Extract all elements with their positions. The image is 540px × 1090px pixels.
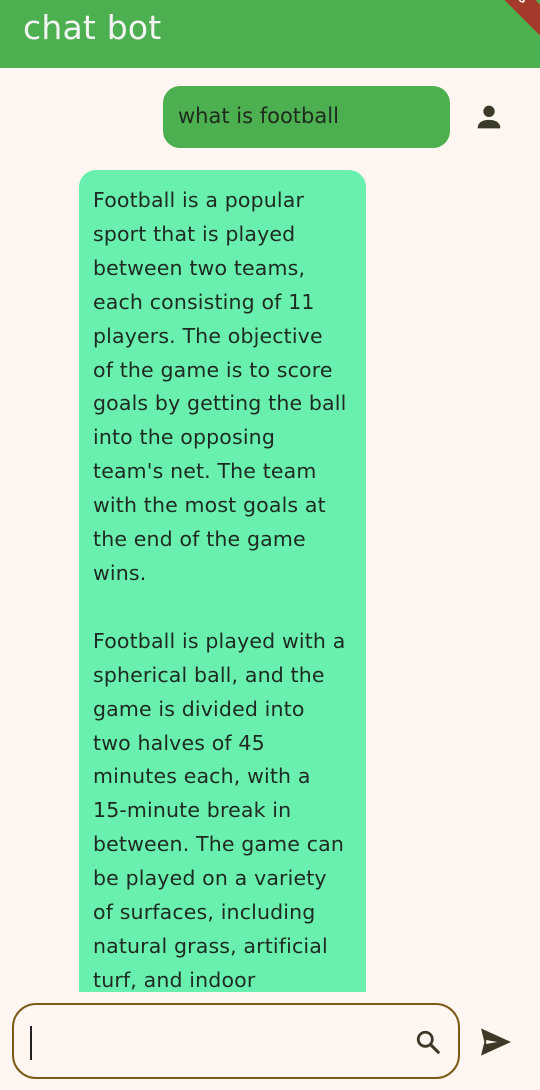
- message-input-container: [12, 1003, 460, 1079]
- person-icon: [477, 105, 501, 129]
- app-title: chat bot: [23, 8, 162, 47]
- text-caret: [30, 1026, 32, 1060]
- user-message-text: what is football: [178, 104, 339, 128]
- send-icon[interactable]: [479, 1027, 513, 1057]
- search-icon[interactable]: [415, 1029, 441, 1055]
- app-bar: chat bot G: [0, 0, 540, 68]
- debug-banner-label: G: [515, 0, 530, 6]
- bot-message-text: Football is a popular sport that is play…: [93, 188, 347, 992]
- user-message-bubble: what is football: [163, 86, 450, 148]
- bot-message-bubble: Football is a popular sport that is play…: [79, 170, 366, 992]
- message-input[interactable]: [28, 1015, 392, 1069]
- debug-banner: G: [482, 0, 540, 40]
